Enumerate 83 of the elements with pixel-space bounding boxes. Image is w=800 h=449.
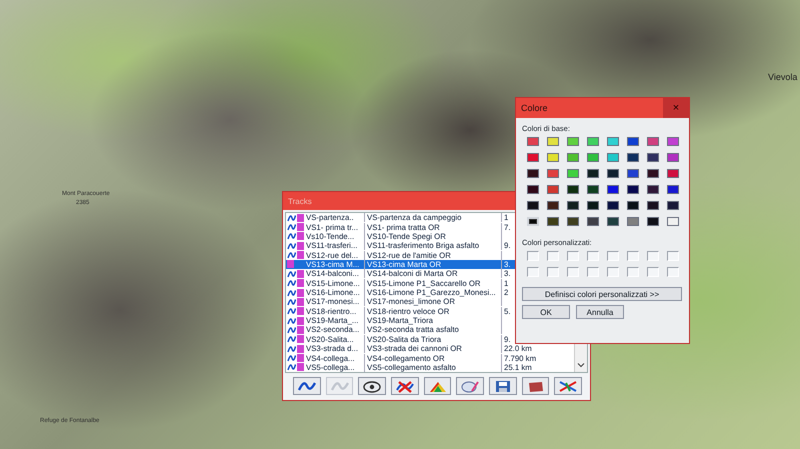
custom-color-slot[interactable] — [627, 251, 639, 261]
custom-color-slot[interactable] — [647, 251, 659, 261]
color-swatch[interactable] — [627, 169, 639, 178]
color-swatch[interactable] — [547, 201, 559, 210]
toolbar-button[interactable] — [358, 377, 386, 395]
color-swatch[interactable] — [587, 201, 599, 210]
color-swatch[interactable] — [547, 153, 559, 162]
chevron-down-icon[interactable] — [577, 361, 585, 369]
color-swatch[interactable] — [667, 201, 679, 210]
toolbar-icon — [362, 380, 382, 392]
color-swatch[interactable] — [647, 201, 659, 210]
toolbar-icon — [296, 380, 317, 392]
toolbar-button[interactable] — [554, 377, 582, 395]
color-swatch[interactable] — [567, 137, 579, 146]
color-swatch[interactable] — [647, 217, 659, 226]
toolbar-icon — [428, 380, 448, 392]
color-swatch[interactable] — [587, 169, 599, 178]
custom-color-slot[interactable] — [647, 267, 659, 277]
custom-color-slot[interactable] — [607, 251, 619, 261]
custom-color-slot[interactable] — [667, 251, 679, 261]
color-swatch[interactable] — [587, 137, 599, 146]
color-swatch[interactable] — [567, 153, 579, 162]
custom-color-slot[interactable] — [547, 251, 559, 261]
dialog-title: Colore — [521, 103, 548, 113]
color-swatch[interactable] — [607, 185, 619, 194]
toolbar-icon — [558, 380, 578, 392]
color-swatch[interactable] — [647, 137, 659, 146]
custom-color-slot[interactable] — [567, 251, 579, 261]
custom-color-slot[interactable] — [587, 267, 599, 277]
color-swatch[interactable] — [647, 185, 659, 194]
color-swatch[interactable] — [547, 137, 559, 146]
color-swatch[interactable] — [567, 201, 579, 210]
color-swatch[interactable] — [627, 185, 639, 194]
color-swatch[interactable] — [587, 217, 599, 226]
color-swatch[interactable] — [607, 153, 619, 162]
color-swatch[interactable] — [607, 137, 619, 146]
custom-color-slot[interactable] — [587, 251, 599, 261]
custom-color-slot[interactable] — [607, 267, 619, 277]
color-swatch[interactable] — [527, 137, 539, 146]
toolbar-button[interactable] — [489, 377, 517, 395]
color-swatch[interactable] — [667, 137, 679, 146]
toolbar-button[interactable] — [391, 377, 419, 395]
color-swatch[interactable] — [567, 169, 579, 178]
color-swatch[interactable] — [547, 169, 559, 178]
color-swatch[interactable] — [607, 217, 619, 226]
color-swatch[interactable] — [527, 201, 539, 210]
map-label: Vievola — [768, 72, 798, 82]
color-swatch[interactable] — [667, 169, 679, 178]
color-swatch[interactable] — [647, 169, 659, 178]
color-swatch[interactable] — [567, 185, 579, 194]
color-swatch[interactable] — [607, 201, 619, 210]
color-swatch[interactable] — [647, 153, 659, 162]
dialog-button[interactable]: Annulla — [576, 305, 624, 319]
color-swatch[interactable] — [627, 217, 639, 226]
color-swatch[interactable] — [667, 217, 679, 226]
color-swatch[interactable] — [667, 185, 679, 194]
color-swatch[interactable] — [547, 185, 559, 194]
color-swatch[interactable] — [627, 201, 639, 210]
custom-color-slot[interactable] — [667, 267, 679, 277]
color-swatch[interactable] — [527, 153, 539, 162]
window-title: Tracks — [288, 196, 312, 206]
custom-color-slot[interactable] — [547, 267, 559, 277]
toolbar-icon — [394, 380, 415, 392]
custom-color-slot[interactable] — [627, 267, 639, 277]
color-swatch[interactable] — [587, 185, 599, 194]
toolbar-icon — [460, 380, 480, 392]
color-swatch[interactable] — [527, 169, 539, 178]
color-swatch[interactable] — [547, 217, 559, 226]
custom-color-slot[interactable] — [527, 251, 539, 261]
color-swatch[interactable] — [527, 185, 539, 194]
color-swatch[interactable] — [627, 137, 639, 146]
toolbar-icon — [330, 380, 350, 392]
color-swatch[interactable] — [667, 153, 679, 162]
color-swatch[interactable] — [587, 153, 599, 162]
custom-color-slot[interactable] — [567, 267, 579, 277]
color-swatch[interactable] — [627, 153, 639, 162]
toolbar-button[interactable] — [522, 377, 550, 395]
toolbar-button[interactable] — [293, 377, 321, 395]
color-swatch[interactable] — [567, 217, 579, 226]
color-swatch[interactable] — [607, 169, 619, 178]
custom-color-slot[interactable] — [527, 267, 539, 277]
dialog-button[interactable]: OK — [522, 305, 570, 319]
define-colors-button[interactable]: Definisci colori personalizzati >> — [522, 287, 682, 301]
